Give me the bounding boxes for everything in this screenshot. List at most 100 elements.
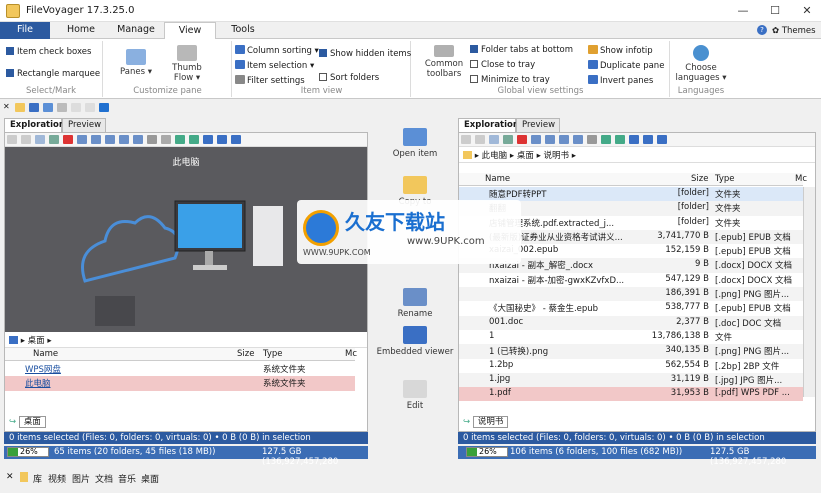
col-more[interactable]: Mc <box>345 349 357 359</box>
save-icon[interactable] <box>49 135 59 144</box>
library-item-library[interactable]: 库 <box>33 472 42 485</box>
preview-toggle-icon[interactable] <box>587 135 597 144</box>
item-checkboxes-toggle[interactable]: Item check boxes <box>6 47 91 57</box>
up-icon[interactable] <box>175 135 185 144</box>
table-row[interactable]: 186,391 B [.png] PNG 图片... <box>459 287 803 302</box>
col-type[interactable]: Type <box>263 349 283 359</box>
list-item[interactable]: WPS网盘 系统文件夹 <box>5 362 355 377</box>
filter-icon[interactable] <box>161 135 171 144</box>
col-type[interactable]: Type <box>715 174 735 184</box>
copy-icon[interactable] <box>21 135 31 144</box>
breadcrumb[interactable]: 桌面 <box>28 336 45 346</box>
list-item[interactable]: 此电脑 系统文件夹 <box>5 376 355 391</box>
details-icon[interactable] <box>91 135 101 144</box>
edit-button[interactable]: Edit <box>376 380 454 411</box>
tab-right-preview[interactable]: Preview <box>516 118 560 132</box>
bluetooth-icon[interactable] <box>99 103 109 112</box>
tiles-icon[interactable] <box>119 135 129 144</box>
panes-button[interactable]: Panes ▾ <box>114 49 158 77</box>
tab-file[interactable]: File <box>0 22 50 39</box>
tab-manage[interactable]: Manage <box>108 22 164 39</box>
common-toolbars-button[interactable]: Common toolbars <box>422 45 466 79</box>
right-folder-tab[interactable]: ↪ 说明书 <box>463 415 509 428</box>
rename-button[interactable]: Rename <box>376 288 454 319</box>
back-icon[interactable] <box>643 135 653 144</box>
forward-icon[interactable] <box>657 135 667 144</box>
tab-view[interactable]: View <box>164 22 216 40</box>
tiles-icon[interactable] <box>559 135 569 144</box>
back-icon[interactable] <box>217 135 227 144</box>
close-pane-icon[interactable]: ✕ <box>3 102 10 111</box>
paste-icon[interactable] <box>489 135 499 144</box>
sort-folders-toggle[interactable]: Sort folders <box>319 73 379 83</box>
item-selection-menu[interactable]: Item selection ▾ <box>235 60 314 71</box>
tab-right-exploration[interactable]: Exploration <box>458 118 519 132</box>
tab-left-exploration[interactable]: Exploration <box>4 118 65 132</box>
minimize-tray-toggle[interactable]: Minimize to tray <box>470 75 550 85</box>
thumbnails-icon[interactable] <box>133 135 143 144</box>
rect-marquee-toggle[interactable]: Rectangle marquee <box>6 69 100 79</box>
desktop-icon[interactable] <box>43 103 53 112</box>
tab-tools[interactable]: Tools <box>218 22 268 39</box>
close-bar-icon[interactable]: ✕ <box>6 472 14 482</box>
right-scrollbar[interactable] <box>803 187 815 397</box>
col-name[interactable]: Name <box>485 174 510 184</box>
table-row[interactable]: 1 (已转换).png 340,135 B [.png] PNG 图片... <box>459 344 803 359</box>
view-icon[interactable] <box>77 135 87 144</box>
library-item-pictures[interactable]: 图片 <box>72 472 90 485</box>
tab-left-preview[interactable]: Preview <box>62 118 106 132</box>
thumb-flow-button[interactable]: Thumb Flow ▾ <box>162 45 212 83</box>
monitor-icon[interactable] <box>29 103 39 112</box>
delete-icon[interactable] <box>63 135 73 144</box>
choose-languages-button[interactable]: Choose languages ▾ <box>675 45 727 83</box>
help-icon[interactable]: ? <box>757 25 767 35</box>
show-hidden-toggle[interactable]: Show hidden items <box>319 49 411 59</box>
history-icon[interactable] <box>203 135 213 144</box>
copy-icon[interactable] <box>475 135 485 144</box>
save-icon[interactable] <box>503 135 513 144</box>
col-name[interactable]: Name <box>33 349 58 359</box>
invert-panes-button[interactable]: Invert panes <box>588 75 653 86</box>
printer-icon[interactable] <box>57 103 67 112</box>
page-icon[interactable] <box>85 103 95 112</box>
library-item-documents[interactable]: 文档 <box>95 472 113 485</box>
refresh-icon[interactable] <box>189 135 199 144</box>
library-item-music[interactable]: 音乐 <box>118 472 136 485</box>
history-icon[interactable] <box>629 135 639 144</box>
breadcrumb-computer[interactable]: 此电脑 <box>482 151 508 161</box>
show-infotip-button[interactable]: Show infotip <box>588 45 653 56</box>
document-icon[interactable] <box>71 103 81 112</box>
library-item-videos[interactable]: 视频 <box>48 472 66 485</box>
table-row[interactable]: 《大国秘史》 - 蔡金生.epub 538,777 B [.epub] EPUB 文… <box>459 301 803 315</box>
table-row[interactable]: 001.doc 2,377 B [.doc] DOC 文档 <box>459 315 803 330</box>
delete-icon[interactable] <box>517 135 527 144</box>
maximize-button[interactable]: ☐ <box>760 2 790 20</box>
col-size[interactable]: Size <box>237 349 254 359</box>
tab-home[interactable]: Home <box>56 22 106 39</box>
forward-icon[interactable] <box>231 135 241 144</box>
cut-icon[interactable] <box>461 135 471 144</box>
column-sorting-menu[interactable]: Column sorting ▾ <box>235 45 319 56</box>
folder-icon[interactable] <box>15 103 25 112</box>
list-icon[interactable] <box>545 135 555 144</box>
open-item-button[interactable]: Open item <box>376 128 454 159</box>
paste-icon[interactable] <box>35 135 45 144</box>
refresh-icon[interactable] <box>615 135 625 144</box>
table-row[interactable]: 1 13,786,138 B 文件 <box>459 330 803 344</box>
col-more[interactable]: Mc <box>795 174 807 184</box>
preview-toggle-icon[interactable] <box>147 135 157 144</box>
table-row[interactable]: 1.pdf 31,953 B [.pdf] WPS PDF ... <box>459 387 803 402</box>
breadcrumb-desktop[interactable]: 桌面 <box>517 151 534 161</box>
thumbnails-icon[interactable] <box>573 135 583 144</box>
list-icon[interactable] <box>105 135 115 144</box>
cut-icon[interactable] <box>7 135 17 144</box>
details-icon[interactable] <box>531 135 541 144</box>
breadcrumb-manuals[interactable]: 说明书 <box>544 151 570 161</box>
close-button[interactable]: ✕ <box>792 2 821 20</box>
table-row[interactable]: 1.2bp 562,554 B [.2bp] 2BP 文件 <box>459 359 803 373</box>
col-size[interactable]: Size <box>691 174 708 184</box>
embedded-viewer-button[interactable]: Embedded viewer <box>376 326 454 357</box>
library-item-desktop[interactable]: 桌面 <box>141 472 159 485</box>
table-row[interactable]: 1.jpg 31,119 B [.jpg] JPG 图片... <box>459 372 803 388</box>
folder-tabs-toggle[interactable]: Folder tabs at bottom <box>470 45 573 55</box>
